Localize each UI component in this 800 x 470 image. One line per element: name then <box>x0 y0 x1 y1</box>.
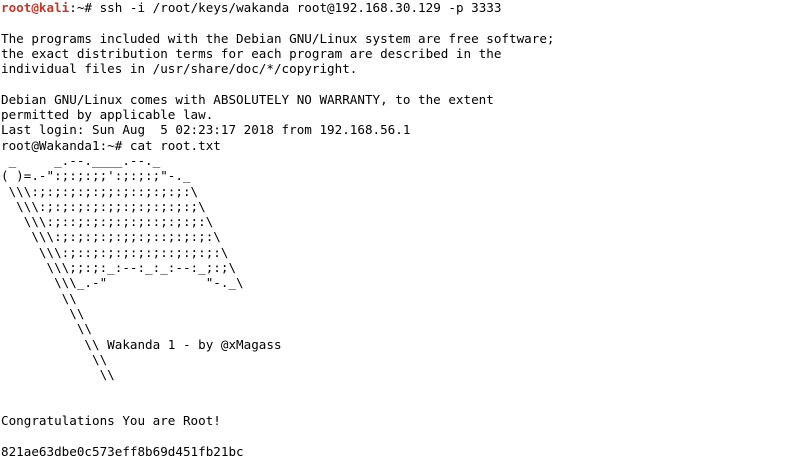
output-line: root@Wakanda1:~# cat root.txt <box>1 137 221 153</box>
output-line: \\\:;:;:;:;:;;:;::;:;:;:\ <box>1 229 221 245</box>
prompt-separator: :~# <box>69 0 100 15</box>
output-line: Congratulations You are Root! <box>1 413 221 429</box>
output-line: \\\:;::;:;:;:;:;::;:;:;:\ <box>1 214 214 230</box>
first-prompt-line: root@kali:~# ssh -i /root/keys/wakanda r… <box>0 0 800 15</box>
output-line: \\ <box>1 321 92 337</box>
output-line: the exact distribution terms for each pr… <box>1 45 502 61</box>
output-line: Debian GNU/Linux comes with ABSOLUTELY N… <box>1 91 494 107</box>
output-line: individual files in /usr/share/doc/*/cop… <box>1 61 358 77</box>
output-line: ( )=.-":;:;:;;':;:;:;"-._ <box>1 168 191 184</box>
prompt-user-host: root@kali <box>1 0 70 15</box>
ssh-command: ssh -i /root/keys/wakanda root@192.168.3… <box>99 0 502 15</box>
output-line: The programs included with the Debian GN… <box>1 30 555 46</box>
output-line: \\ <box>1 305 85 321</box>
output-line: \\ Wakanda 1 - by @xMagass <box>1 336 282 352</box>
output-line: \\ <box>1 367 115 383</box>
output-line: \\\:;:;:;:;:;;:;::;:;:;:\ <box>1 183 199 199</box>
output-line: \\\_.-" "-._\ <box>1 275 244 291</box>
output-line: \\ <box>1 290 77 306</box>
output-line: \\\:;:;:;:;:;;:;:;:;:;:;\ <box>1 198 206 214</box>
output-line: \\\:;::;:;:;:;:;::;:;:;:\ <box>1 244 229 260</box>
output-line: 821ae63dbe0c573eff8b69d451fb21bc <box>1 443 244 459</box>
output-line: _ _.--.____.--._ <box>1 152 161 168</box>
output-line: \\\;;:;:_:--:_:_:--:_;:;\ <box>1 260 237 276</box>
terminal-output: The programs included with the Debian GN… <box>0 15 800 459</box>
terminal-window[interactable]: root@kali:~# ssh -i /root/keys/wakanda r… <box>0 0 800 470</box>
output-line: \\ <box>1 351 108 367</box>
output-line: Last login: Sun Aug 5 02:23:17 2018 from… <box>1 122 411 138</box>
output-line: permitted by applicable law. <box>1 107 214 123</box>
